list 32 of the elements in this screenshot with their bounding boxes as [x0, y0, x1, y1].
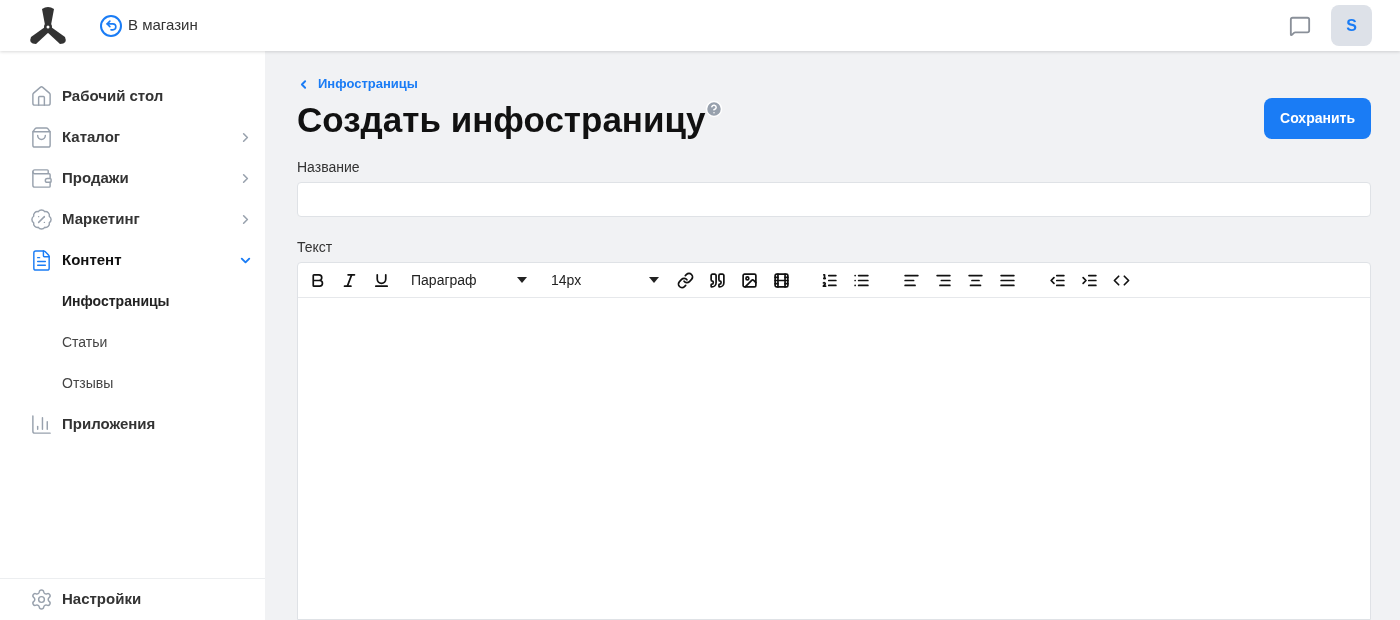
sidebar-item[interactable]: Рабочий стол [0, 76, 265, 117]
settings-item[interactable]: Настройки [0, 578, 265, 620]
chart-icon [30, 413, 53, 436]
document-icon [30, 249, 53, 272]
sidebar-subitem[interactable]: Статьи [0, 322, 265, 363]
save-button[interactable]: Сохранить [1264, 98, 1371, 139]
bag-icon [30, 126, 53, 149]
caret-icon [517, 277, 527, 283]
store-link[interactable]: В магазин [100, 14, 198, 37]
font-size-dropdown[interactable]: 14px [551, 269, 663, 291]
block-format-dropdown[interactable]: Параграф [411, 269, 531, 291]
percent-icon [30, 208, 53, 231]
sidebar-item[interactable]: Продажи [0, 158, 265, 199]
field-label: Название [297, 158, 361, 177]
sidebar-subitem[interactable]: Инфостраницы [0, 281, 265, 322]
breadcrumb-link[interactable]: Инфостраницы [297, 75, 1371, 93]
settings-icon [30, 588, 53, 611]
caret-icon [649, 277, 659, 283]
home-icon [30, 85, 53, 108]
name-input-field[interactable] [297, 182, 1371, 217]
propeller-logo-icon [28, 6, 68, 45]
help-icon[interactable] [705, 100, 724, 118]
field-label: Текст [297, 238, 334, 257]
sidebar-item[interactable]: Контент [0, 240, 265, 281]
page-title: Создать инфостраницу [297, 99, 706, 141]
sidebar-item[interactable]: Маркетинг [0, 199, 265, 240]
sidebar-subitem[interactable]: Отзывы [0, 363, 265, 404]
sidebar-item[interactable]: Каталог [0, 117, 265, 158]
chat-icon[interactable] [1289, 14, 1311, 37]
back-arrow-icon [104, 19, 118, 32]
wallet-icon [30, 167, 53, 190]
sidebar-item[interactable]: Приложения [0, 404, 265, 445]
